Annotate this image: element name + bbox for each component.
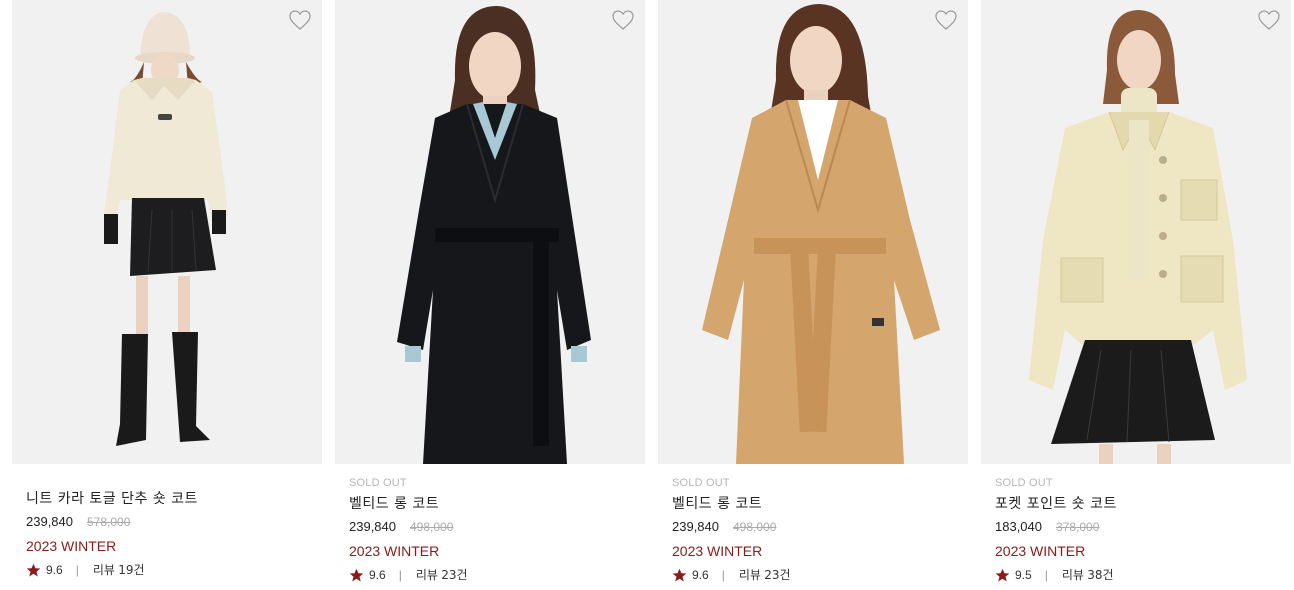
star-icon: [349, 568, 364, 581]
product-info: SOLD OUT 벨티드 롱 코트 239,840 498,000 2023 WI…: [335, 464, 645, 588]
product-grid: 니트 카라 토글 단추 숏 코트 239,840 578,000 2023 WIN…: [0, 0, 1294, 590]
rating-value: 9.5: [1015, 568, 1032, 582]
star-icon: [26, 563, 41, 576]
model-photo: [12, 0, 322, 464]
heart-outline-icon[interactable]: [1257, 9, 1281, 31]
product-info: 니트 카라 토글 단추 숏 코트 239,840 578,000 2023 WIN…: [12, 464, 322, 583]
heart-outline-icon[interactable]: [611, 9, 635, 31]
review-row: 9.6 | 리뷰 23건: [349, 562, 645, 588]
product-card[interactable]: SOLD OUT 벨티드 롱 코트 239,840 498,000 2023 WI…: [335, 0, 645, 590]
rating-value: 9.6: [46, 563, 63, 577]
review-label: 리뷰: [415, 568, 438, 582]
divider: |: [721, 568, 725, 582]
model-photo: [981, 0, 1291, 464]
product-name[interactable]: 벨티드 롱 코트: [672, 493, 968, 515]
review-row: 9.6 | 리뷰 19건: [26, 557, 322, 583]
review-count: 23건: [764, 568, 791, 582]
price-row: 183,040 378,000: [995, 515, 1291, 539]
season-label: 2023 WINTER: [349, 543, 440, 559]
product-image[interactable]: [981, 0, 1291, 464]
sale-price: 239,840: [26, 514, 73, 529]
review-row: 9.5 | 리뷰 38건: [995, 562, 1291, 588]
divider: |: [75, 563, 79, 577]
sold-out-label: SOLD OUT: [672, 477, 730, 489]
rating-value: 9.6: [369, 568, 386, 582]
sold-out-label: SOLD OUT: [995, 477, 1053, 489]
product-name[interactable]: 벨티드 롱 코트: [349, 493, 645, 515]
heart-outline-icon[interactable]: [288, 9, 312, 31]
review-label: 리뷰: [92, 563, 115, 577]
original-price: 578,000: [87, 515, 131, 529]
review-count: 19건: [118, 563, 145, 577]
product-info: SOLD OUT 포켓 포인트 숏 코트 183,040 378,000 2023…: [981, 464, 1291, 588]
price-row: 239,840 498,000: [349, 515, 645, 539]
model-photo: [658, 0, 968, 464]
sale-price: 239,840: [349, 519, 396, 534]
product-name[interactable]: 니트 카라 토글 단추 숏 코트: [26, 488, 322, 510]
heart-outline-icon[interactable]: [934, 9, 958, 31]
sold-out-label: SOLD OUT: [349, 477, 407, 489]
product-image[interactable]: [658, 0, 968, 464]
product-name[interactable]: 포켓 포인트 숏 코트: [995, 493, 1291, 515]
original-price: 378,000: [1056, 520, 1100, 534]
model-photo: [335, 0, 645, 464]
star-icon: [672, 568, 687, 581]
original-price: 498,000: [410, 520, 454, 534]
rating-value: 9.6: [692, 568, 709, 582]
sale-price: 183,040: [995, 519, 1042, 534]
season-label: 2023 WINTER: [995, 543, 1086, 559]
review-label: 리뷰: [1061, 568, 1084, 582]
divider: |: [398, 568, 402, 582]
product-card[interactable]: SOLD OUT 벨티드 롱 코트 239,840 498,000 2023 WI…: [658, 0, 968, 590]
review-count: 38건: [1087, 568, 1114, 582]
season-label: 2023 WINTER: [26, 538, 117, 554]
review-count: 23건: [441, 568, 468, 582]
divider: |: [1044, 568, 1048, 582]
product-image[interactable]: [12, 0, 322, 464]
product-card[interactable]: SOLD OUT 포켓 포인트 숏 코트 183,040 378,000 2023…: [981, 0, 1291, 590]
product-image[interactable]: [335, 0, 645, 464]
season-label: 2023 WINTER: [672, 543, 763, 559]
star-icon: [995, 568, 1010, 581]
review-label: 리뷰: [738, 568, 761, 582]
price-row: 239,840 498,000: [672, 515, 968, 539]
review-row: 9.6 | 리뷰 23건: [672, 562, 968, 588]
sale-price: 239,840: [672, 519, 719, 534]
original-price: 498,000: [733, 520, 777, 534]
product-info: SOLD OUT 벨티드 롱 코트 239,840 498,000 2023 WI…: [658, 464, 968, 588]
product-card[interactable]: 니트 카라 토글 단추 숏 코트 239,840 578,000 2023 WIN…: [12, 0, 322, 590]
price-row: 239,840 578,000: [26, 510, 322, 534]
